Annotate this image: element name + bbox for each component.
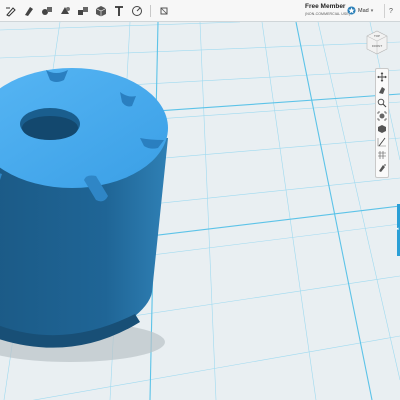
center-hole-inner — [22, 116, 78, 140]
member-name: Free Member — [305, 3, 346, 10]
fit-icon[interactable] — [376, 109, 388, 122]
text-icon[interactable] — [112, 4, 126, 18]
user-name: Mad — [358, 7, 369, 14]
navigation-toolbar — [375, 68, 389, 178]
help-button[interactable]: ? — [384, 4, 397, 18]
user-avatar-icon — [347, 6, 356, 15]
membership-info: Free Member (NON-COMMERCIAL USE) — [305, 3, 351, 16]
member-subtitle: (NON-COMMERCIAL USE) — [305, 11, 351, 16]
material-icon[interactable] — [157, 4, 171, 18]
user-menu[interactable]: Mad ▾ — [347, 6, 373, 15]
modify-tool-icon[interactable] — [22, 4, 36, 18]
perspective-icon[interactable] — [376, 135, 388, 148]
toolbar-divider — [150, 5, 151, 17]
view-icon[interactable] — [376, 122, 388, 135]
view-cube-top-label: TOP — [374, 34, 380, 38]
cube-icon[interactable] — [94, 4, 108, 18]
snap-icon[interactable] — [376, 161, 388, 174]
3d-viewport[interactable] — [0, 22, 400, 400]
orbit-icon[interactable] — [376, 83, 388, 96]
help-icon: ? — [389, 7, 393, 15]
top-toolbar: Free Member (NON-COMMERCIAL USE) Mad ▾ ? — [0, 0, 400, 22]
primitives-icon[interactable] — [40, 4, 54, 18]
chevron-left-icon: ◂ — [396, 226, 399, 232]
view-cube-front-label: FRONT — [372, 44, 382, 48]
measure-icon[interactable] — [130, 4, 144, 18]
zoom-icon[interactable] — [376, 96, 388, 109]
boxes-icon[interactable] — [76, 4, 90, 18]
pan-icon[interactable] — [376, 70, 388, 83]
view-cube[interactable]: TOP FRONT — [364, 26, 390, 56]
sketch-tool-icon[interactable] — [4, 4, 18, 18]
construct-icon[interactable] — [58, 4, 72, 18]
tool-group — [4, 4, 171, 18]
grid-icon[interactable] — [376, 148, 388, 161]
chevron-down-icon: ▾ — [370, 7, 374, 14]
